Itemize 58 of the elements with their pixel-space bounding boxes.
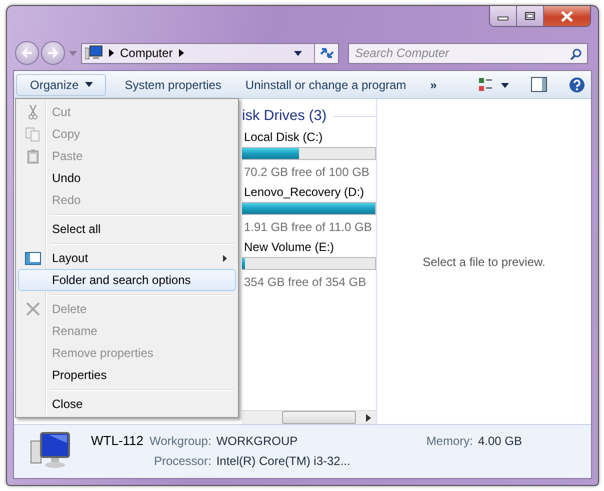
restore-icon	[524, 11, 536, 21]
chevron-icon	[178, 49, 184, 57]
menu-item[interactable]: Close	[18, 393, 236, 415]
property-value: WORKGROUP	[216, 434, 299, 448]
refresh-button[interactable]	[314, 44, 338, 62]
search-field[interactable]: Search Computer	[348, 42, 588, 64]
address-bar[interactable]: Computer	[81, 42, 339, 64]
computer-name: WTL-112	[91, 433, 144, 448]
help-icon[interactable]	[569, 76, 585, 92]
more-button[interactable]: »	[421, 74, 446, 96]
forward-arrow-icon	[46, 47, 60, 59]
horizontal-scrollbar[interactable]	[242, 410, 376, 424]
group-header: isk Drives (3)	[242, 108, 327, 124]
menu-item[interactable]: Select all	[18, 218, 236, 240]
copy-icon	[25, 126, 41, 142]
property-value: 4.00 GB	[478, 434, 522, 448]
property-label: Memory:	[426, 434, 473, 448]
delete-icon	[26, 302, 40, 316]
chevron-icon	[109, 49, 114, 57]
back-button[interactable]	[15, 41, 39, 65]
scroll-thumb[interactable]	[282, 411, 356, 424]
drive-name[interactable]: Lenovo_Recovery (D:)	[244, 185, 376, 200]
property-value: Intel(R) Core(TM) i3-32...	[216, 454, 352, 468]
property-label: Processor:	[152, 454, 212, 468]
layout-icon	[25, 252, 41, 264]
refresh-icon	[318, 46, 334, 60]
back-arrow-icon	[20, 47, 34, 59]
submenu-arrow-icon	[223, 254, 227, 262]
maximize-button[interactable]	[517, 6, 544, 26]
minimize-button[interactable]	[490, 6, 517, 26]
scissors-icon	[28, 104, 38, 120]
toolbar-button[interactable]: Uninstall or change a program	[236, 74, 416, 96]
forward-button[interactable]	[41, 41, 65, 65]
search-icon	[570, 48, 582, 60]
computer-icon	[85, 45, 103, 61]
close-button[interactable]	[544, 6, 590, 26]
menu-item[interactable]: Layout	[18, 247, 236, 269]
menu-item[interactable]: Properties	[18, 364, 236, 386]
breadcrumb[interactable]: Computer	[120, 46, 173, 60]
free-space-label: 354 GB free of 354 GB	[244, 274, 368, 291]
free-space-label: 1.91 GB free of 11.0 GB	[244, 219, 373, 236]
menu-item[interactable]: Folder and search options	[18, 269, 236, 291]
caret-icon[interactable]	[294, 50, 302, 56]
close-icon	[560, 10, 574, 22]
drive-name[interactable]: New Volume (E:)	[244, 240, 376, 255]
caret-icon	[84, 82, 93, 87]
menu-item[interactable]: Undo	[18, 167, 236, 189]
drive-name[interactable]: Local Disk (C:)	[244, 130, 376, 145]
clipboard-icon	[27, 148, 39, 164]
organize-button[interactable]: Organize	[16, 74, 106, 96]
view-options-icon[interactable]	[479, 78, 509, 92]
property-label: Workgroup:	[150, 434, 212, 448]
scroll-right-arrow-icon[interactable]	[366, 414, 371, 422]
free-space-label: 70.2 GB free of 100 GB	[244, 164, 370, 181]
preview-message: Select a file to preview.	[422, 254, 546, 268]
toolbar-button[interactable]: System properties	[116, 74, 230, 96]
preview-pane-icon[interactable]	[531, 77, 547, 92]
computer-icon	[29, 431, 73, 469]
